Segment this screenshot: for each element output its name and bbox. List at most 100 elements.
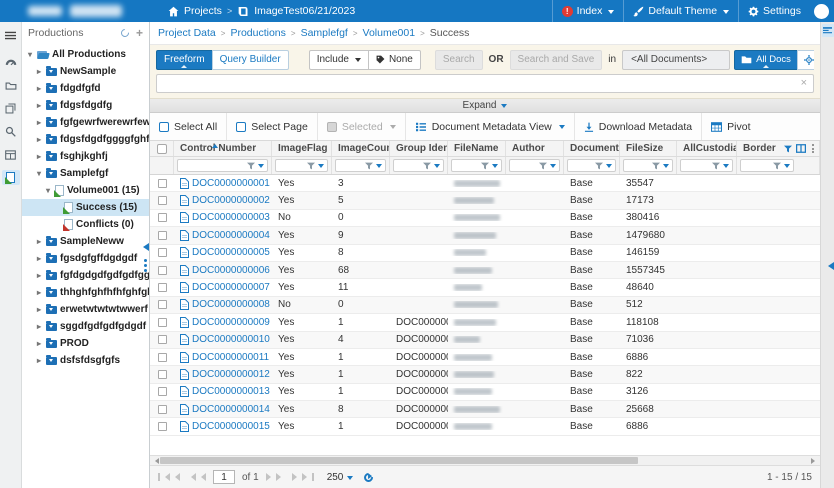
tree-expander-icon[interactable]: ▸ bbox=[35, 288, 43, 297]
dashboard-icon[interactable] bbox=[2, 55, 20, 70]
tree-expander-icon[interactable]: ▸ bbox=[35, 305, 43, 314]
document-link[interactable]: DOC0000000014 bbox=[192, 404, 270, 415]
checkbox-icon[interactable] bbox=[158, 370, 167, 379]
tree-item[interactable]: ▾Samplefgf bbox=[22, 165, 149, 182]
pivot-button[interactable]: Pivot bbox=[702, 113, 759, 140]
selected-dropdown[interactable]: Selected bbox=[318, 113, 406, 140]
funnel-icon[interactable] bbox=[481, 162, 489, 170]
tree-expander-icon[interactable]: ▸ bbox=[35, 67, 43, 76]
theme-menu[interactable]: Default Theme bbox=[623, 0, 738, 22]
all-docs-button[interactable]: All Docs bbox=[734, 50, 798, 70]
search-and-save-button[interactable]: Search and Save bbox=[510, 50, 603, 70]
funnel-icon[interactable] bbox=[773, 162, 781, 170]
row-checkbox-cell[interactable] bbox=[150, 422, 174, 431]
table-row[interactable]: DOC0000000009Yes1DOC000000...Base118108 bbox=[150, 314, 820, 331]
table-row[interactable]: DOC0000000014Yes8DOC000000...Base25668 bbox=[150, 401, 820, 418]
user-avatar[interactable] bbox=[814, 4, 829, 19]
table-row[interactable]: DOC0000000003No0Base380416 bbox=[150, 210, 820, 227]
clear-search-icon[interactable]: × bbox=[801, 78, 807, 89]
breadcrumb-link[interactable]: Samplefgf bbox=[301, 27, 348, 39]
checkbox-icon[interactable] bbox=[158, 266, 167, 275]
document-link[interactable]: DOC0000000004 bbox=[192, 230, 270, 241]
include-dropdown[interactable]: Include bbox=[309, 50, 369, 70]
funnel-icon[interactable] bbox=[423, 162, 431, 170]
document-link[interactable]: DOC0000000011 bbox=[192, 352, 269, 363]
breadcrumb-link[interactable]: Productions bbox=[230, 27, 285, 39]
checkbox-icon[interactable] bbox=[157, 144, 167, 154]
row-checkbox-cell[interactable] bbox=[150, 370, 174, 379]
expand-bar[interactable]: Expand bbox=[150, 99, 820, 113]
refresh-icon[interactable] bbox=[119, 27, 130, 38]
search-button[interactable]: Search bbox=[435, 50, 483, 70]
checkbox-icon[interactable] bbox=[158, 196, 167, 205]
index-menu[interactable]: ! Index bbox=[552, 0, 624, 22]
row-checkbox-cell[interactable] bbox=[150, 213, 174, 222]
checkbox-icon[interactable] bbox=[158, 248, 167, 257]
table-row[interactable]: DOC0000000010Yes4DOC000000...Base71036 bbox=[150, 332, 820, 349]
breadcrumb-link[interactable]: Volume001 bbox=[363, 27, 416, 39]
right-panel-collapse-arrow-icon[interactable] bbox=[824, 262, 834, 270]
sidebar-resize-handle[interactable] bbox=[144, 259, 147, 272]
tree-expander-icon[interactable]: ▸ bbox=[35, 135, 43, 144]
filter-funnel-icon[interactable] bbox=[784, 145, 792, 153]
document-link[interactable]: DOC0000000009 bbox=[192, 317, 270, 328]
checkbox-icon[interactable] bbox=[158, 213, 167, 222]
checkbox-icon[interactable] bbox=[158, 179, 167, 188]
column-header[interactable]: FileSize bbox=[620, 141, 677, 156]
tree-expander-icon[interactable]: ▸ bbox=[35, 118, 43, 127]
search-query-input[interactable]: × bbox=[156, 74, 814, 93]
column-header[interactable]: Group Ident... bbox=[390, 141, 448, 156]
column-filter-input[interactable] bbox=[680, 159, 733, 172]
refresh-grid-icon[interactable] bbox=[363, 471, 376, 484]
select-all-button[interactable]: Select All bbox=[150, 113, 227, 140]
checkbox-icon[interactable] bbox=[158, 422, 167, 431]
tree-item[interactable]: ▸erwetwtwtwtwwerf bbox=[22, 301, 149, 318]
column-header[interactable]: AllCustodia... bbox=[677, 141, 737, 156]
table-row[interactable]: DOC0000000007Yes11Base48640 bbox=[150, 279, 820, 296]
scroll-right-arrow-icon[interactable] bbox=[811, 458, 818, 464]
column-header[interactable]: Border bbox=[737, 141, 820, 156]
tree-expander-icon[interactable]: ▸ bbox=[35, 101, 43, 110]
more-options-icon[interactable] bbox=[812, 144, 814, 153]
home-icon[interactable] bbox=[168, 6, 179, 17]
table-row[interactable]: DOC0000000001Yes3Base35547 bbox=[150, 175, 820, 192]
chevron-down-icon[interactable] bbox=[663, 164, 669, 171]
checkbox-icon[interactable] bbox=[158, 335, 167, 344]
page-size-dropdown[interactable]: 250 bbox=[327, 472, 354, 483]
tag-filter-button[interactable]: None bbox=[368, 50, 421, 70]
column-chooser-icon[interactable] bbox=[796, 144, 806, 153]
column-header[interactable]: Author bbox=[506, 141, 564, 156]
table-row[interactable]: DOC0000000002Yes5Base17173 bbox=[150, 192, 820, 209]
tree-item[interactable]: ▸thhghfghfhfhfghfghf bbox=[22, 284, 149, 301]
freeform-tab[interactable]: Freeform bbox=[156, 50, 213, 70]
metadata-view-dropdown[interactable]: Document Metadata View bbox=[406, 113, 575, 140]
row-checkbox-cell[interactable] bbox=[150, 353, 174, 362]
tree-item[interactable]: ▾All Productions bbox=[22, 46, 149, 63]
tree-expander-icon[interactable]: ▸ bbox=[35, 84, 43, 93]
tree-expander-icon[interactable]: ▸ bbox=[35, 237, 43, 246]
row-checkbox-cell[interactable] bbox=[150, 266, 174, 275]
right-panel-icon[interactable] bbox=[822, 24, 834, 37]
tree-item[interactable]: Success (15) bbox=[22, 199, 149, 216]
tree-item[interactable]: ▸PROD bbox=[22, 335, 149, 352]
tree-item[interactable]: ▸sggdfgdfgdfgdgdf bbox=[22, 318, 149, 335]
breadcrumb-link[interactable]: Project Data bbox=[158, 27, 216, 39]
row-checkbox-cell[interactable] bbox=[150, 335, 174, 344]
chevron-down-icon[interactable] bbox=[318, 164, 324, 171]
tree-expander-icon[interactable]: ▸ bbox=[35, 271, 43, 280]
column-filter-input[interactable] bbox=[567, 159, 616, 172]
table-row[interactable]: DOC0000000012Yes1DOC000000...Base822 bbox=[150, 366, 820, 383]
row-checkbox-cell[interactable] bbox=[150, 179, 174, 188]
tree-item[interactable]: ▸fgfdgdgdfgdfgdfggfsg... bbox=[22, 267, 149, 284]
funnel-icon[interactable] bbox=[595, 162, 603, 170]
column-filter-input[interactable] bbox=[509, 159, 560, 172]
checkbox-icon[interactable] bbox=[158, 353, 167, 362]
table-row[interactable]: DOC0000000005Yes8Base146159 bbox=[150, 245, 820, 262]
previous-page-button[interactable] bbox=[187, 473, 206, 481]
tree-expander-icon[interactable]: ▾ bbox=[35, 169, 43, 178]
row-checkbox-cell[interactable] bbox=[150, 405, 174, 414]
row-checkbox-cell[interactable] bbox=[150, 196, 174, 205]
tree-expander-icon[interactable]: ▸ bbox=[35, 254, 43, 263]
add-production-icon[interactable]: + bbox=[136, 28, 143, 38]
next-page-button[interactable] bbox=[266, 473, 285, 481]
